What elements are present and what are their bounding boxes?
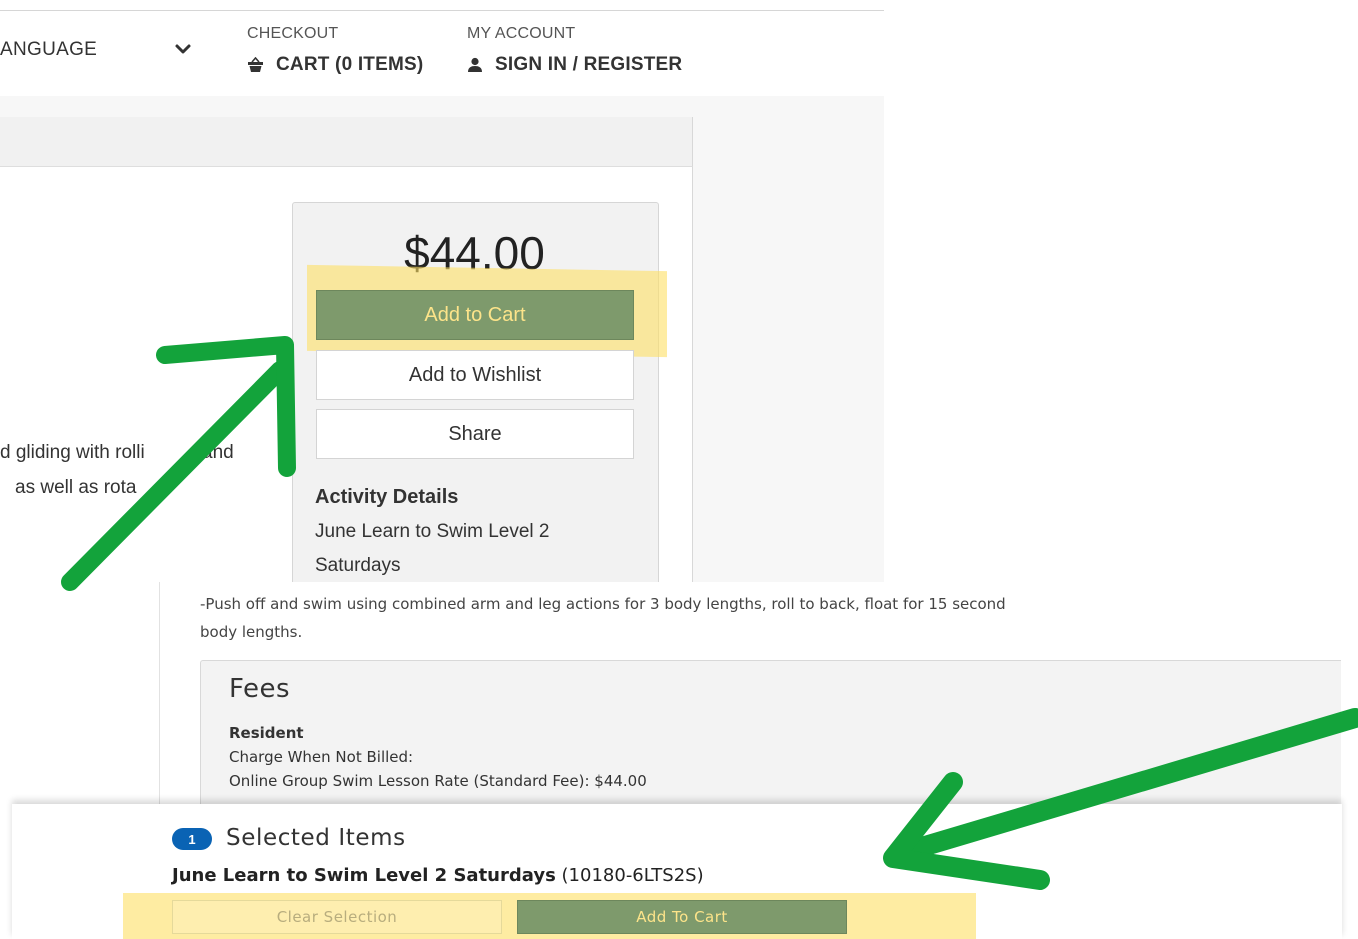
selected-item: June Learn to Swim Level 2 Saturdays (10… bbox=[172, 865, 704, 886]
add-to-cart-button[interactable]: Add to Cart bbox=[316, 290, 634, 340]
activity-card-header bbox=[0, 117, 693, 167]
selected-item-code: (10180-6LTS2S) bbox=[561, 865, 704, 886]
selected-count-badge: 1 bbox=[172, 828, 212, 850]
selected-item-name: June Learn to Swim Level 2 Saturdays bbox=[172, 865, 556, 886]
my-account-label: MY ACCOUNT bbox=[467, 25, 576, 42]
top-screenshot-panel: ANGUAGE CHECKOUT CART (0 ITEMS) MY ACCOU… bbox=[0, 0, 884, 582]
cart-label: CART (0 ITEMS) bbox=[276, 54, 424, 75]
clear-selection-button[interactable]: Clear Selection bbox=[172, 900, 502, 934]
bottom-screenshot-panel: -Push off and swim using combined arm an… bbox=[0, 582, 1358, 939]
cart-link[interactable]: CART (0 ITEMS) bbox=[247, 54, 423, 76]
checkout-label: CHECKOUT bbox=[247, 25, 339, 42]
language-selector-label[interactable]: ANGUAGE bbox=[0, 39, 97, 61]
add-to-cart-bottom-button[interactable]: Add To Cart bbox=[517, 900, 847, 934]
add-to-wishlist-button[interactable]: Add to Wishlist bbox=[316, 350, 634, 400]
description-line-2: as well as rota bbox=[15, 477, 137, 498]
fees-panel bbox=[200, 660, 1341, 822]
activity-name: June Learn to Swim Level 2 bbox=[315, 521, 550, 542]
description-line-1-tail: and bbox=[202, 442, 234, 463]
header-divider bbox=[0, 10, 884, 11]
description-line-1: d gliding with rolli bbox=[0, 442, 145, 463]
fees-charge-line: Charge When Not Billed: bbox=[229, 748, 414, 766]
activity-details-heading: Activity Details bbox=[315, 486, 459, 508]
sign-in-link[interactable]: SIGN IN / REGISTER bbox=[467, 54, 682, 76]
fees-resident-label: Resident bbox=[229, 724, 304, 742]
share-button[interactable]: Share bbox=[316, 409, 634, 459]
fees-rate-line: Online Group Swim Lesson Rate (Standard … bbox=[229, 772, 647, 790]
sign-in-label: SIGN IN / REGISTER bbox=[495, 54, 683, 75]
chevron-down-icon[interactable] bbox=[174, 40, 192, 58]
skill-description-line-1: -Push off and swim using combined arm an… bbox=[200, 595, 1006, 613]
selected-items-title: Selected Items bbox=[226, 825, 406, 851]
fees-title: Fees bbox=[229, 674, 291, 704]
skill-description-line-2: body lengths. bbox=[200, 623, 303, 641]
activity-day: Saturdays bbox=[315, 555, 401, 576]
basket-icon bbox=[248, 57, 263, 72]
user-icon bbox=[468, 57, 482, 72]
